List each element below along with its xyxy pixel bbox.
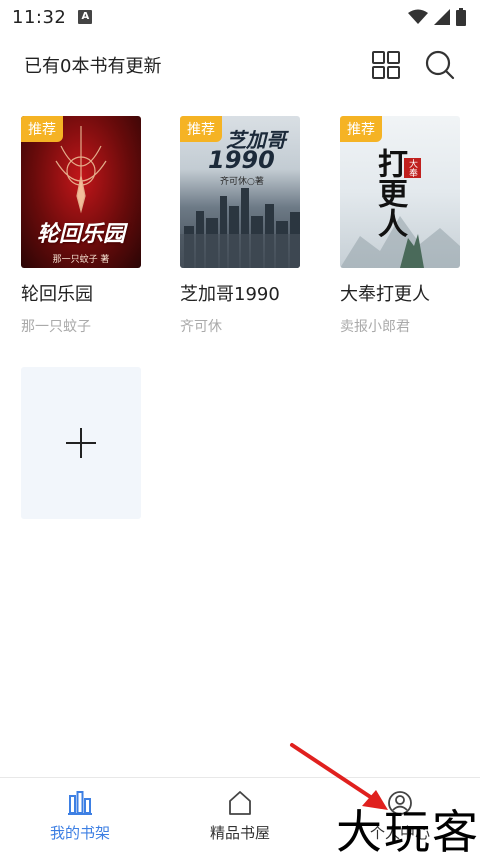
recommend-badge: 推荐 xyxy=(180,116,222,142)
battery-icon xyxy=(456,8,466,26)
status-bar: 11:32 A xyxy=(0,0,480,34)
book-title[interactable]: 芝加哥1990 xyxy=(180,280,300,306)
book-cover[interactable]: 推荐 芝加哥 1990 齐可休○著 xyxy=(180,116,300,268)
book-cover[interactable]: 推荐 轮回乐园 那一只蚊子 著 xyxy=(21,116,141,268)
book-author: 那一只蚊子 xyxy=(21,319,91,335)
recommend-badge: 推荐 xyxy=(340,116,382,142)
book-author: 卖报小郎君 xyxy=(340,319,410,335)
home-icon xyxy=(229,791,251,815)
book-card[interactable]: 推荐 轮回乐园 那一只蚊子 著 轮回乐园 那一只蚊子 xyxy=(21,116,141,336)
tab-bookstore[interactable]: 精品书屋 xyxy=(160,778,320,853)
recommend-badge: 推荐 xyxy=(21,116,63,142)
tab-bookshelf[interactable]: 我的书架 xyxy=(0,778,160,853)
book-title[interactable]: 轮回乐园 xyxy=(21,280,141,306)
book-author: 齐可休 xyxy=(180,319,222,335)
cover-title: 打更人 xyxy=(372,148,407,238)
cellular-icon xyxy=(434,9,450,25)
book-title[interactable]: 大奉打更人 xyxy=(340,280,460,306)
bookshelf-icon xyxy=(68,791,92,815)
book-cover[interactable]: 推荐 打更人 大奉 xyxy=(340,116,460,268)
tab-label: 精品书屋 xyxy=(209,824,270,842)
wifi-icon xyxy=(408,9,428,24)
book-card[interactable]: 推荐 打更人 大奉 大奉打更人 卖报小郎君 xyxy=(340,116,460,336)
watermark: 大玩客 xyxy=(336,805,480,853)
cover-author: 那一只蚊子 著 xyxy=(52,255,110,265)
grid-icon[interactable] xyxy=(370,49,402,81)
cover-title: 轮回乐园 xyxy=(36,222,125,247)
header: 已有0本书有更新 xyxy=(0,34,480,96)
status-icons xyxy=(408,8,466,26)
book-card[interactable]: 推荐 芝加哥 1990 齐可休○著 芝加哥1990 齐可休 xyxy=(180,116,300,336)
plus-icon xyxy=(66,428,96,458)
cover-badge: 大奉 xyxy=(404,158,421,178)
update-status-title: 已有0本书有更新 xyxy=(24,56,162,77)
status-time: 11:32 xyxy=(12,6,67,28)
notification-icon: A xyxy=(78,10,93,24)
search-icon[interactable] xyxy=(424,49,456,81)
tab-label: 我的书架 xyxy=(49,824,110,842)
add-book-button[interactable] xyxy=(21,367,141,519)
